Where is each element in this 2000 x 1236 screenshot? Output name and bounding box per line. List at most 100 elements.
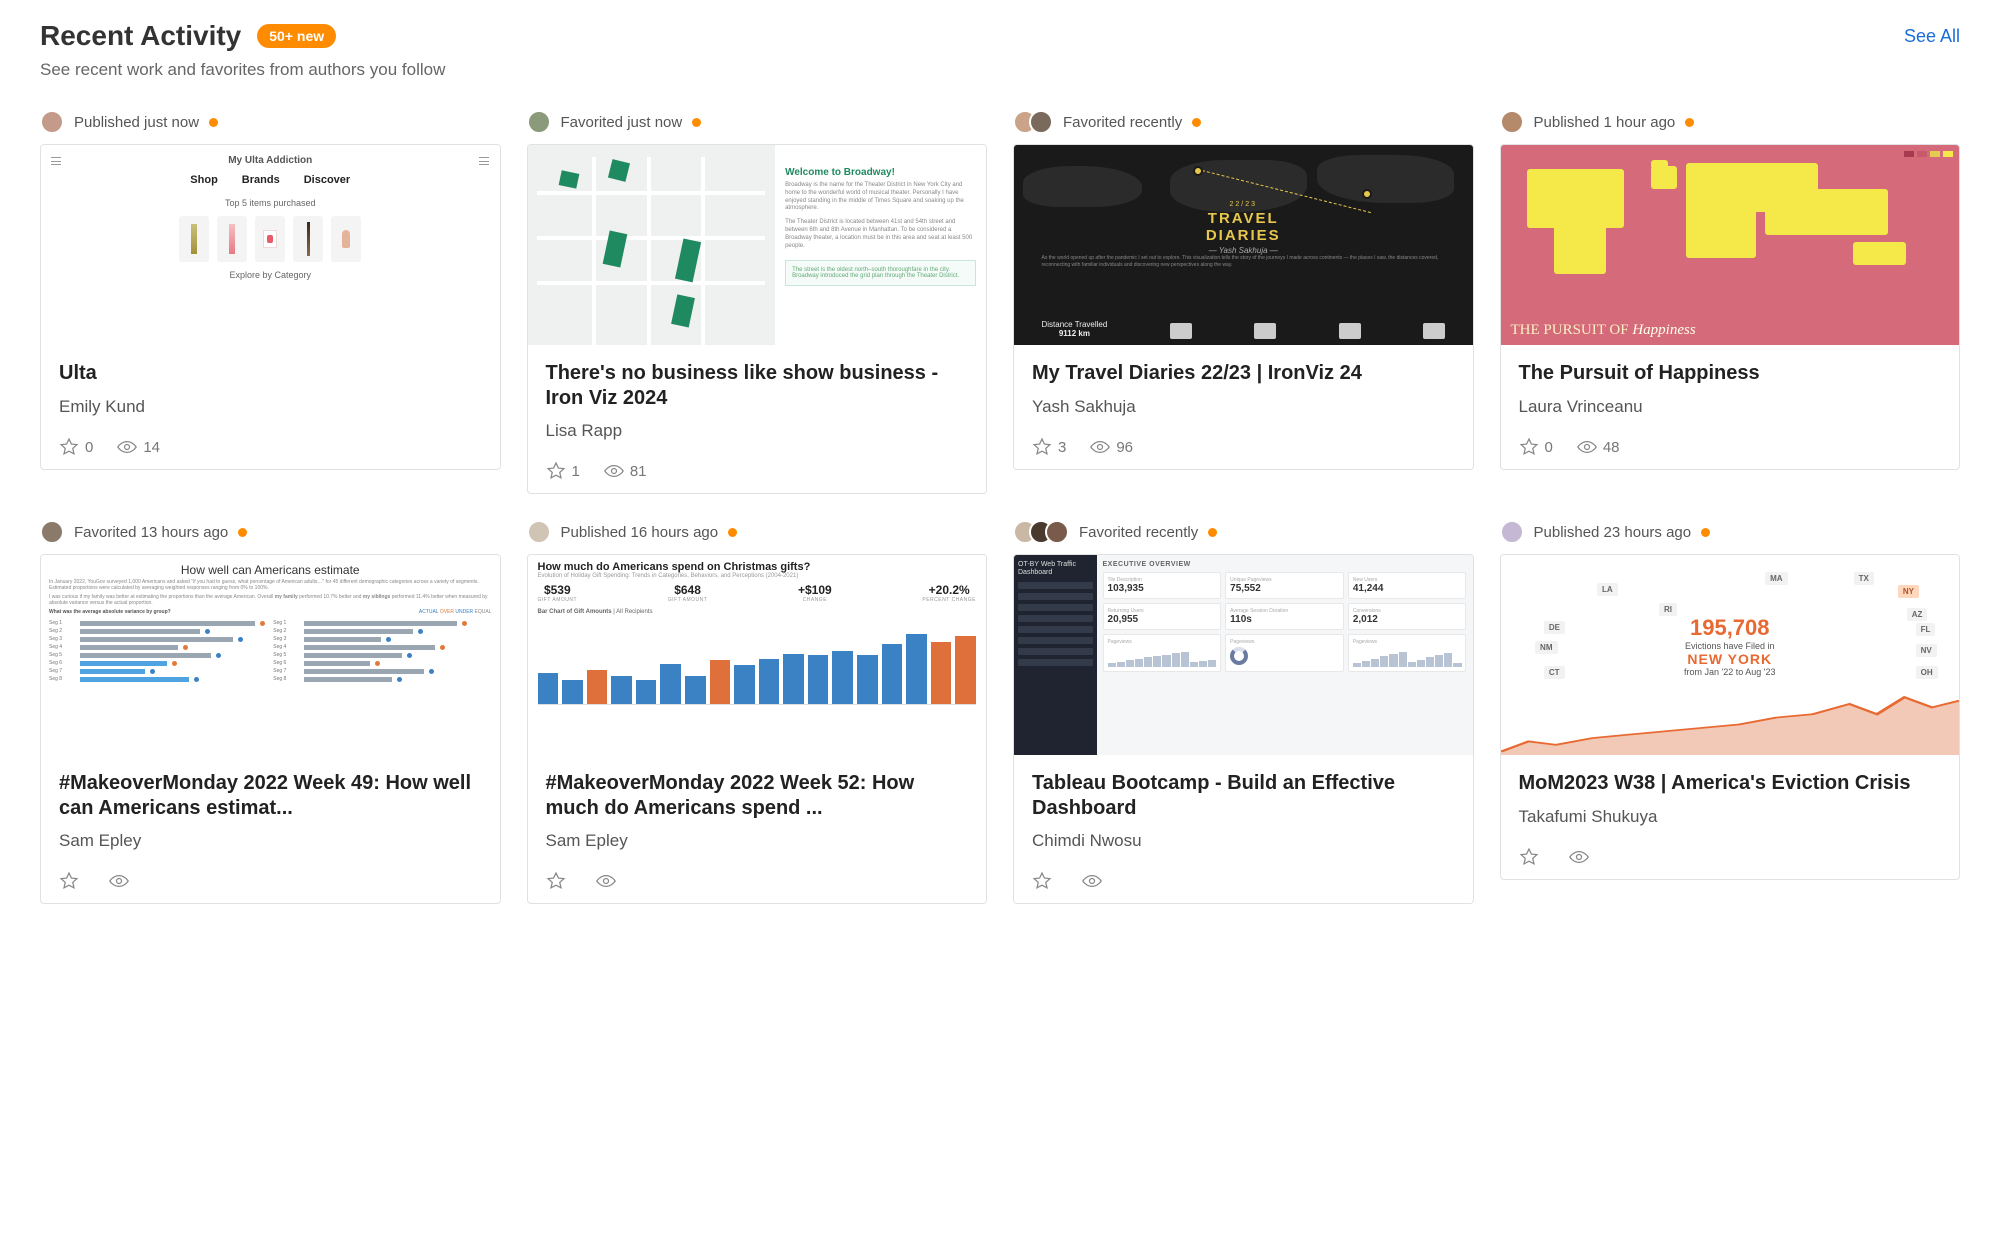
viz-title[interactable]: Tableau Bootcamp - Build an Effective Da… bbox=[1032, 771, 1455, 821]
viz-author[interactable]: Lisa Rapp bbox=[546, 421, 969, 441]
favorite-count: 3 bbox=[1058, 439, 1066, 456]
section-title: Recent Activity bbox=[40, 20, 241, 52]
favorite-button[interactable] bbox=[1519, 847, 1545, 867]
favorite-button[interactable]: 0 bbox=[1519, 437, 1553, 457]
views-stat: 48 bbox=[1577, 439, 1620, 456]
viz-thumbnail[interactable]: MATXLANYRIAZDEFLNMNVCTOH 195,708 Evictio… bbox=[1501, 555, 1960, 755]
viz-title[interactable]: My Travel Diaries 22/23 | IronViz 24 bbox=[1032, 361, 1455, 387]
views-stat bbox=[596, 874, 622, 888]
views-stat bbox=[109, 874, 135, 888]
unread-dot-icon bbox=[692, 118, 701, 127]
viz-title[interactable]: #MakeoverMonday 2022 Week 49: How well c… bbox=[59, 771, 482, 821]
viz-title[interactable]: There's no business like show business -… bbox=[546, 361, 969, 411]
activity-header: Published just now bbox=[40, 110, 501, 134]
viz-card[interactable]: There's no business like show business W… bbox=[527, 144, 988, 494]
viz-author[interactable]: Emily Kund bbox=[59, 397, 482, 417]
author-avatar[interactable] bbox=[40, 110, 64, 134]
unread-dot-icon bbox=[238, 528, 247, 537]
view-count: 81 bbox=[630, 463, 647, 480]
viz-card[interactable]: How well can Americans estimate In Janua… bbox=[40, 554, 501, 904]
activity-card: Published 23 hours ago MATXLANYRIAZDEFLN… bbox=[1500, 520, 1961, 904]
favorite-button[interactable]: 0 bbox=[59, 437, 93, 457]
activity-text: Favorited recently bbox=[1063, 114, 1182, 131]
activity-header: Published 23 hours ago bbox=[1500, 520, 1961, 544]
viz-author[interactable]: Laura Vrinceanu bbox=[1519, 397, 1942, 417]
see-all-link[interactable]: See All bbox=[1904, 26, 1960, 47]
favorite-button[interactable]: 3 bbox=[1032, 437, 1066, 457]
viz-author[interactable]: Sam Epley bbox=[59, 831, 482, 851]
activity-grid: Published just now My Ulta Addiction Sho… bbox=[40, 110, 1960, 904]
activity-text: Favorited just now bbox=[561, 114, 683, 131]
viz-thumbnail[interactable]: My Ulta Addiction ShopBrandsDiscover Top… bbox=[41, 145, 500, 345]
viz-author[interactable]: Takafumi Shukuya bbox=[1519, 807, 1942, 827]
activity-card: Favorited recently OT-BY Web Traffic Das… bbox=[1013, 520, 1474, 904]
activity-text: Published 16 hours ago bbox=[561, 524, 719, 541]
viz-title[interactable]: Ulta bbox=[59, 361, 482, 387]
view-count: 96 bbox=[1116, 439, 1133, 456]
activity-text: Published 1 hour ago bbox=[1534, 114, 1676, 131]
section-subtitle: See recent work and favorites from autho… bbox=[40, 60, 1960, 80]
viz-title[interactable]: The Pursuit of Happiness bbox=[1519, 361, 1942, 387]
author-avatar[interactable] bbox=[527, 110, 551, 134]
activity-text: Favorited 13 hours ago bbox=[74, 524, 228, 541]
author-avatar[interactable] bbox=[527, 520, 551, 544]
author-avatar[interactable] bbox=[1045, 520, 1069, 544]
viz-thumbnail[interactable]: How much do Americans spend on Christmas… bbox=[528, 555, 987, 755]
views-stat: 81 bbox=[604, 463, 647, 480]
author-avatar[interactable] bbox=[1500, 110, 1524, 134]
views-stat: 14 bbox=[117, 439, 160, 456]
activity-card: Published 16 hours ago How much do Ameri… bbox=[527, 520, 988, 904]
views-stat bbox=[1569, 850, 1595, 864]
favorite-button[interactable] bbox=[59, 871, 85, 891]
favorite-button[interactable]: 1 bbox=[546, 461, 580, 481]
views-stat: 96 bbox=[1090, 439, 1133, 456]
favorite-count: 0 bbox=[1545, 439, 1553, 456]
view-count: 14 bbox=[143, 439, 160, 456]
viz-thumbnail[interactable]: How well can Americans estimate In Janua… bbox=[41, 555, 500, 755]
activity-header: Published 1 hour ago bbox=[1500, 110, 1961, 134]
unread-dot-icon bbox=[1192, 118, 1201, 127]
author-avatar[interactable] bbox=[1500, 520, 1524, 544]
viz-author[interactable]: Sam Epley bbox=[546, 831, 969, 851]
viz-thumbnail[interactable]: There's no business like show business W… bbox=[528, 145, 987, 345]
author-avatar[interactable] bbox=[40, 520, 64, 544]
viz-card[interactable]: My Ulta Addiction ShopBrandsDiscover Top… bbox=[40, 144, 501, 470]
viz-card[interactable]: THE PURSUIT OF Happiness The Pursuit of … bbox=[1500, 144, 1961, 470]
unread-dot-icon bbox=[1208, 528, 1217, 537]
favorite-button[interactable] bbox=[546, 871, 572, 891]
activity-card: Favorited recently 22/23 TRAVEL DIARIES … bbox=[1013, 110, 1474, 494]
activity-header: Favorited 13 hours ago bbox=[40, 520, 501, 544]
activity-header: Favorited recently bbox=[1013, 110, 1474, 134]
activity-header: Published 16 hours ago bbox=[527, 520, 988, 544]
viz-thumbnail[interactable]: OT-BY Web Traffic Dashboard EXECUTIVE OV… bbox=[1014, 555, 1473, 755]
unread-dot-icon bbox=[1685, 118, 1694, 127]
activity-text: Published just now bbox=[74, 114, 199, 131]
viz-card[interactable]: 22/23 TRAVEL DIARIES — Yash Sakhuja — As… bbox=[1013, 144, 1474, 470]
viz-card[interactable]: How much do Americans spend on Christmas… bbox=[527, 554, 988, 904]
author-avatar[interactable] bbox=[1029, 110, 1053, 134]
activity-card: Published just now My Ulta Addiction Sho… bbox=[40, 110, 501, 494]
unread-dot-icon bbox=[728, 528, 737, 537]
viz-title[interactable]: MoM2023 W38 | America's Eviction Crisis bbox=[1519, 771, 1942, 797]
viz-thumbnail[interactable]: 22/23 TRAVEL DIARIES — Yash Sakhuja — As… bbox=[1014, 145, 1473, 345]
viz-author[interactable]: Yash Sakhuja bbox=[1032, 397, 1455, 417]
activity-header: Favorited recently bbox=[1013, 520, 1474, 544]
activity-text: Published 23 hours ago bbox=[1534, 524, 1692, 541]
new-badge: 50+ new bbox=[257, 24, 336, 48]
favorite-button[interactable] bbox=[1032, 871, 1058, 891]
viz-card[interactable]: MATXLANYRIAZDEFLNMNVCTOH 195,708 Evictio… bbox=[1500, 554, 1961, 880]
unread-dot-icon bbox=[209, 118, 218, 127]
favorite-count: 1 bbox=[572, 463, 580, 480]
viz-title[interactable]: #MakeoverMonday 2022 Week 52: How much d… bbox=[546, 771, 969, 821]
activity-card: Favorited just now There's no business l… bbox=[527, 110, 988, 494]
activity-text: Favorited recently bbox=[1079, 524, 1198, 541]
activity-header: Favorited just now bbox=[527, 110, 988, 134]
activity-card: Published 1 hour ago THE PURSUIT OF Happ… bbox=[1500, 110, 1961, 494]
activity-card: Favorited 13 hours ago How well can Amer… bbox=[40, 520, 501, 904]
unread-dot-icon bbox=[1701, 528, 1710, 537]
view-count: 48 bbox=[1603, 439, 1620, 456]
favorite-count: 0 bbox=[85, 439, 93, 456]
viz-thumbnail[interactable]: THE PURSUIT OF Happiness bbox=[1501, 145, 1960, 345]
viz-card[interactable]: OT-BY Web Traffic Dashboard EXECUTIVE OV… bbox=[1013, 554, 1474, 904]
viz-author[interactable]: Chimdi Nwosu bbox=[1032, 831, 1455, 851]
